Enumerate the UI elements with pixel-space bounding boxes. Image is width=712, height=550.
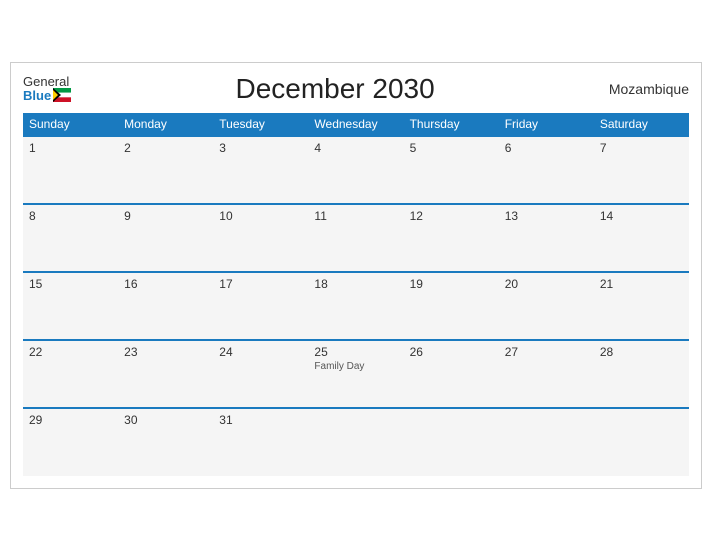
- day-number: 21: [600, 277, 683, 291]
- logo-flag-icon: [53, 88, 71, 102]
- day-number: 10: [219, 209, 302, 223]
- day-number: 29: [29, 413, 112, 427]
- calendar-cell: 21: [594, 272, 689, 340]
- day-number: 8: [29, 209, 112, 223]
- day-number: 16: [124, 277, 207, 291]
- calendar-cell: 15: [23, 272, 118, 340]
- calendar-cell: 1: [23, 136, 118, 204]
- weekday-header-thursday: Thursday: [404, 113, 499, 136]
- day-number: 28: [600, 345, 683, 359]
- weekday-header-monday: Monday: [118, 113, 213, 136]
- logo-general-text: General: [23, 75, 69, 88]
- calendar-cell: 3: [213, 136, 308, 204]
- calendar-cell: 6: [499, 136, 594, 204]
- calendar-cell: [404, 408, 499, 476]
- day-number: 14: [600, 209, 683, 223]
- weekday-header-sunday: Sunday: [23, 113, 118, 136]
- day-number: 27: [505, 345, 588, 359]
- calendar-cell: 19: [404, 272, 499, 340]
- day-number: 17: [219, 277, 302, 291]
- week-row-1: 1234567: [23, 136, 689, 204]
- day-number: 26: [410, 345, 493, 359]
- day-number: 12: [410, 209, 493, 223]
- calendar-cell: 10: [213, 204, 308, 272]
- day-number: 20: [505, 277, 588, 291]
- calendar-cell: 4: [308, 136, 403, 204]
- calendar-cell: 8: [23, 204, 118, 272]
- calendar-cell: 23: [118, 340, 213, 408]
- calendar-title: December 2030: [71, 73, 599, 105]
- calendar-cell: 20: [499, 272, 594, 340]
- day-number: 23: [124, 345, 207, 359]
- calendar-cell: 30: [118, 408, 213, 476]
- calendar-cell: 22: [23, 340, 118, 408]
- calendar-cell: 24: [213, 340, 308, 408]
- calendar-cell: 9: [118, 204, 213, 272]
- calendar-cell: 2: [118, 136, 213, 204]
- calendar-cell: 13: [499, 204, 594, 272]
- weekday-header-wednesday: Wednesday: [308, 113, 403, 136]
- calendar-cell: 18: [308, 272, 403, 340]
- day-number: 11: [314, 209, 397, 223]
- calendar-cell: 28: [594, 340, 689, 408]
- weekday-header-friday: Friday: [499, 113, 594, 136]
- day-number: 24: [219, 345, 302, 359]
- calendar-cell: [308, 408, 403, 476]
- day-number: 4: [314, 141, 397, 155]
- week-row-3: 15 16 17 18 19 20 21: [23, 272, 689, 340]
- calendar-cell: 16: [118, 272, 213, 340]
- day-number: 30: [124, 413, 207, 427]
- day-number: 2: [124, 141, 207, 155]
- day-number: 1: [29, 141, 112, 155]
- week-row-5: 29 30 31: [23, 408, 689, 476]
- day-number: 9: [124, 209, 207, 223]
- country-name: Mozambique: [599, 81, 689, 97]
- calendar-cell: 7: [594, 136, 689, 204]
- week-row-2: 89 10 11 12 13 14: [23, 204, 689, 272]
- weekday-header-tuesday: Tuesday: [213, 113, 308, 136]
- calendar-cell: 25 Family Day: [308, 340, 403, 408]
- logo: General Blue: [23, 75, 71, 102]
- weekday-header-saturday: Saturday: [594, 113, 689, 136]
- day-number: 3: [219, 141, 302, 155]
- calendar-cell: [499, 408, 594, 476]
- day-number: 7: [600, 141, 683, 155]
- calendar-cell: 12: [404, 204, 499, 272]
- logo-blue-text: Blue: [23, 88, 71, 102]
- calendar-cell: 5: [404, 136, 499, 204]
- weekday-header-row: SundayMondayTuesdayWednesdayThursdayFrid…: [23, 113, 689, 136]
- day-number: 25: [314, 345, 397, 359]
- calendar-table: SundayMondayTuesdayWednesdayThursdayFrid…: [23, 113, 689, 476]
- calendar-container: General Blue December 2030 Mozambique Su…: [10, 62, 702, 489]
- calendar-cell: 26: [404, 340, 499, 408]
- day-number: 13: [505, 209, 588, 223]
- calendar-cell: 27: [499, 340, 594, 408]
- day-number: 15: [29, 277, 112, 291]
- calendar-cell: 11: [308, 204, 403, 272]
- day-number: 22: [29, 345, 112, 359]
- day-number: 18: [314, 277, 397, 291]
- calendar-cell: 29: [23, 408, 118, 476]
- day-number: 19: [410, 277, 493, 291]
- day-number: 5: [410, 141, 493, 155]
- calendar-cell: 14: [594, 204, 689, 272]
- day-number: 6: [505, 141, 588, 155]
- calendar-cell: 17: [213, 272, 308, 340]
- holiday-label: Family Day: [314, 361, 397, 372]
- calendar-cell: 31: [213, 408, 308, 476]
- calendar-cell: [594, 408, 689, 476]
- calendar-header: General Blue December 2030 Mozambique: [23, 73, 689, 105]
- week-row-4: 22 23 24 25 Family Day 26 27 28: [23, 340, 689, 408]
- day-number: 31: [219, 413, 302, 427]
